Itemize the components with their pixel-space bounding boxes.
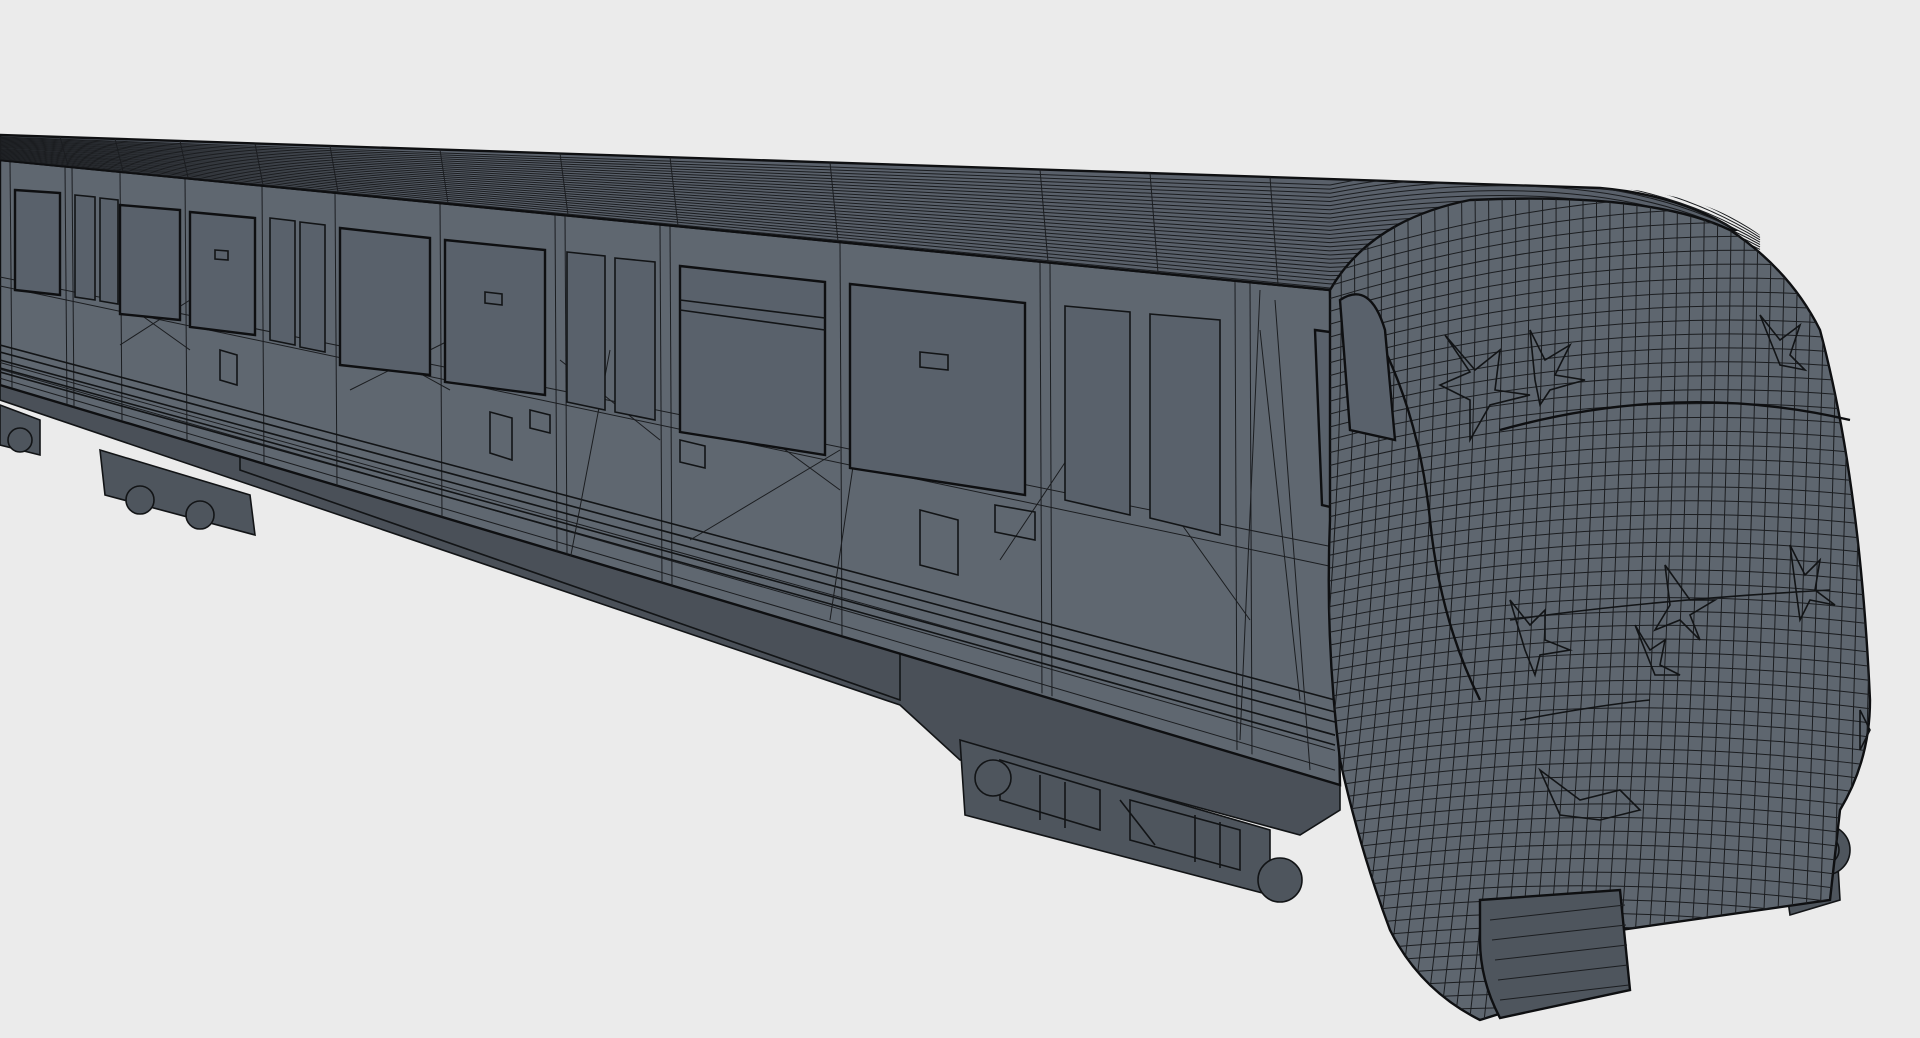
nose-mesh-parallel [1329,993,1870,1020]
window-4 [678,264,827,457]
nose-mesh-parallel [1329,1007,1870,1020]
nose-mesh-parallel [1330,1021,1880,1038]
train-wireframe-render [0,133,1880,1038]
window-5 [848,282,1027,497]
front-skirt [1478,888,1632,1020]
3d-viewport[interactable] [0,0,1920,1038]
window-1 [13,188,62,297]
